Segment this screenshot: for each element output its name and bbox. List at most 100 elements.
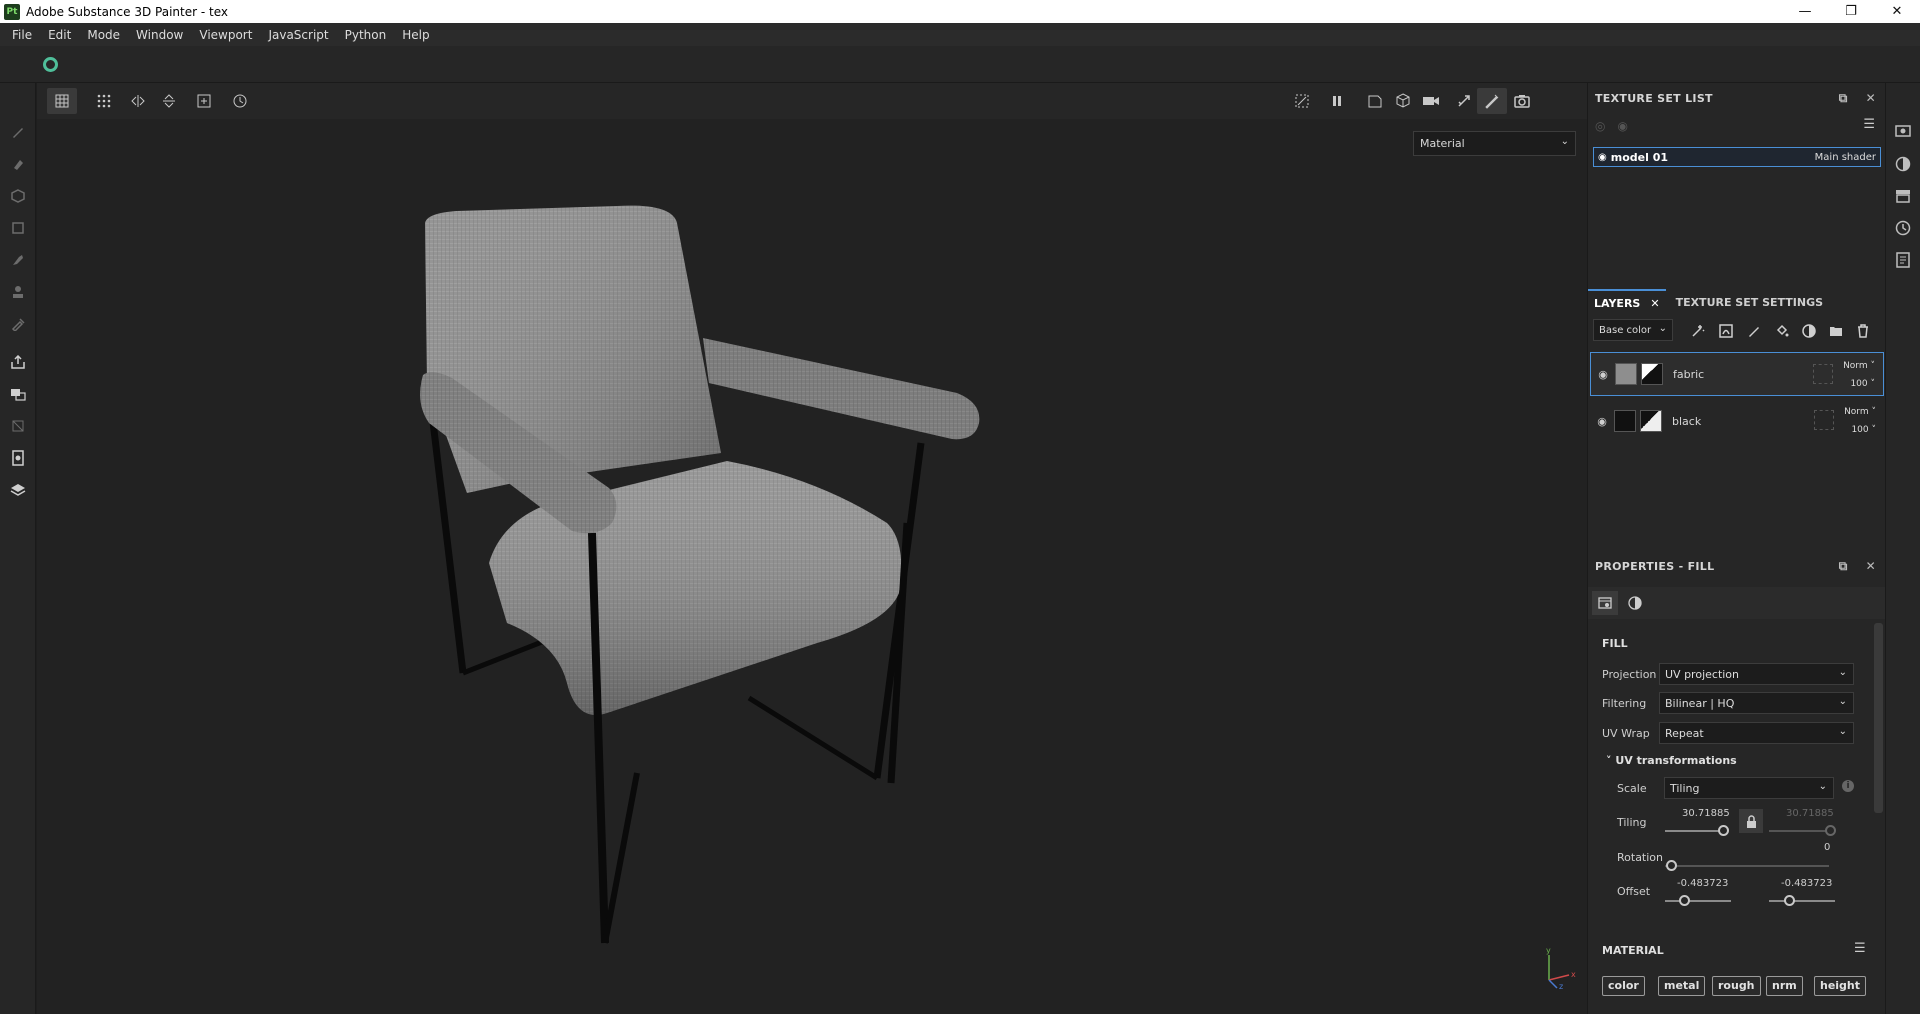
menu-window[interactable]: Window: [128, 28, 191, 42]
fill-settings-icon[interactable]: [1592, 591, 1618, 615]
disabled-tool-icon[interactable]: [9, 417, 27, 435]
history-icon[interactable]: [1894, 219, 1912, 237]
eye-icon[interactable]: ◉: [1617, 119, 1627, 133]
offset-u-value[interactable]: -0.483723: [1677, 878, 1728, 889]
projection-label: Projection: [1602, 668, 1657, 681]
picker-tool-icon[interactable]: [9, 315, 27, 333]
texture-set-row[interactable]: ◉ model 01 Main shader: [1593, 147, 1881, 167]
add-folder-icon[interactable]: [1827, 322, 1845, 340]
layer-opacity[interactable]: 100: [1851, 425, 1868, 435]
offset-v-value[interactable]: -0.483723: [1781, 878, 1832, 889]
add-paint-layer-icon[interactable]: [1745, 322, 1763, 340]
rotation-value[interactable]: 0: [1824, 842, 1830, 853]
close-panel-icon[interactable]: ✕: [1866, 559, 1876, 574]
tiling-u-value[interactable]: 30.71885: [1682, 808, 1730, 819]
add-smart-material-icon[interactable]: [1800, 322, 1818, 340]
layer-blend[interactable]: Norm ˅ 100 ˅: [1844, 403, 1876, 439]
blend-mode[interactable]: Norm: [1844, 407, 1869, 417]
layer-color-thumbnail[interactable]: [1614, 410, 1636, 432]
layer-row-black[interactable]: ◉ black Norm ˅ 100 ˅: [1590, 399, 1884, 443]
layer-color-thumbnail[interactable]: [1615, 363, 1637, 385]
layer-mask-thumbnail[interactable]: [1640, 410, 1662, 432]
close-tab-icon[interactable]: ✕: [1650, 297, 1659, 310]
bake-icon[interactable]: [9, 385, 27, 403]
layer-blend[interactable]: Norm ˅ 100 ˅: [1843, 357, 1875, 393]
blend-mode[interactable]: Norm: [1843, 361, 1868, 371]
log-icon[interactable]: [1894, 251, 1912, 269]
geometry-mask-icon[interactable]: [9, 219, 27, 237]
menu-edit[interactable]: Edit: [40, 28, 79, 42]
float-panel-icon[interactable]: ⧉: [1839, 91, 1848, 106]
offset-u-knob[interactable]: [1679, 895, 1690, 906]
rotation-slider[interactable]: [1665, 865, 1829, 867]
channel-chip-metal[interactable]: metal: [1658, 976, 1706, 996]
channel-select[interactable]: Base color ⌄: [1593, 319, 1673, 341]
layer-visibility-icon[interactable]: ◉: [1591, 368, 1615, 381]
minimize-button[interactable]: —: [1782, 0, 1828, 23]
maximize-button[interactable]: ❐: [1828, 0, 1874, 23]
layer-opacity[interactable]: 100: [1850, 379, 1867, 389]
projection-select[interactable]: UV projection ⌄: [1659, 663, 1854, 685]
smudge-tool-icon[interactable]: [9, 251, 27, 269]
material-sphere-icon[interactable]: [1622, 591, 1648, 615]
offset-v-slider[interactable]: [1769, 900, 1835, 902]
paint-tool-icon[interactable]: [9, 123, 27, 141]
menu-python[interactable]: Python: [337, 28, 395, 42]
tiling-v-knob[interactable]: [1825, 825, 1836, 836]
lock-icon[interactable]: [1739, 809, 1763, 833]
tiling-v-value[interactable]: 30.71885: [1786, 808, 1834, 819]
tab-layers[interactable]: LAYERS ✕: [1588, 289, 1666, 315]
clone-tool-icon[interactable]: [9, 283, 27, 301]
viewport[interactable]: Material ⌄ y x z: [37, 83, 1587, 1014]
tiling-u-knob[interactable]: [1718, 825, 1729, 836]
float-panel-icon[interactable]: ⧉: [1839, 559, 1848, 574]
layer-mask-thumbnail[interactable]: [1641, 363, 1663, 385]
layer-row-fabric[interactable]: ◉ fabric Norm ˅ 100 ˅: [1590, 352, 1884, 396]
texture-set-shader[interactable]: Main shader: [1815, 152, 1876, 163]
menu-lines-icon[interactable]: ☰: [1863, 117, 1875, 132]
menu-mode[interactable]: Mode: [79, 28, 128, 42]
channel-chip-rough[interactable]: rough: [1712, 976, 1761, 996]
uv-transformations-toggle[interactable]: ˅ UV transformations: [1606, 754, 1737, 767]
menu-file[interactable]: File: [4, 28, 40, 42]
shader-settings-icon[interactable]: [1894, 155, 1912, 173]
channel-chip-color[interactable]: color: [1602, 976, 1645, 996]
projection-tool-icon[interactable]: [9, 187, 27, 205]
delete-layer-icon[interactable]: [1854, 322, 1872, 340]
filtering-select[interactable]: Bilinear | HQ ⌄: [1659, 692, 1854, 714]
properties-scrollbar[interactable]: [1874, 623, 1883, 813]
cube-icon[interactable]: [9, 481, 27, 499]
eye-icon[interactable]: ◉: [1598, 152, 1607, 163]
menu-help[interactable]: Help: [394, 28, 437, 42]
display-settings-icon[interactable]: [1894, 123, 1912, 141]
add-mask-icon[interactable]: [1717, 322, 1735, 340]
chair-model[interactable]: [37, 83, 1587, 1014]
layer-effect-slot[interactable]: [1814, 410, 1834, 430]
menu-viewport[interactable]: Viewport: [191, 28, 260, 42]
rotation-knob[interactable]: [1666, 860, 1677, 871]
export-icon[interactable]: [9, 353, 27, 371]
offset-u-slider[interactable]: [1665, 900, 1731, 902]
channel-chip-height[interactable]: height: [1814, 976, 1867, 996]
tiling-v-slider[interactable]: [1769, 830, 1829, 832]
add-effect-icon[interactable]: [1689, 322, 1707, 340]
archive-icon[interactable]: [1894, 187, 1912, 205]
close-button[interactable]: ✕: [1874, 0, 1920, 23]
hide-icon[interactable]: ◎: [1595, 119, 1605, 133]
brush-preset-icon[interactable]: [43, 57, 58, 72]
layer-visibility-icon[interactable]: ◉: [1590, 415, 1614, 428]
tiling-u-slider[interactable]: [1665, 830, 1720, 832]
channel-chip-nrm[interactable]: nrm: [1766, 976, 1803, 996]
tab-texture-set-settings[interactable]: TEXTURE SET SETTINGS: [1670, 289, 1829, 315]
material-menu-icon[interactable]: ☰: [1854, 941, 1866, 956]
info-icon[interactable]: i: [1842, 780, 1854, 792]
add-fill-layer-icon[interactable]: [1773, 322, 1791, 340]
scale-select[interactable]: Tiling ⌄: [1664, 777, 1834, 799]
eraser-tool-icon[interactable]: [9, 155, 27, 173]
document-icon[interactable]: [9, 449, 27, 467]
layer-effect-slot[interactable]: [1813, 364, 1833, 384]
uvwrap-select[interactable]: Repeat ⌄: [1659, 722, 1854, 744]
offset-v-knob[interactable]: [1784, 895, 1795, 906]
menu-javascript[interactable]: JavaScript: [260, 28, 336, 42]
close-panel-icon[interactable]: ✕: [1866, 91, 1876, 106]
